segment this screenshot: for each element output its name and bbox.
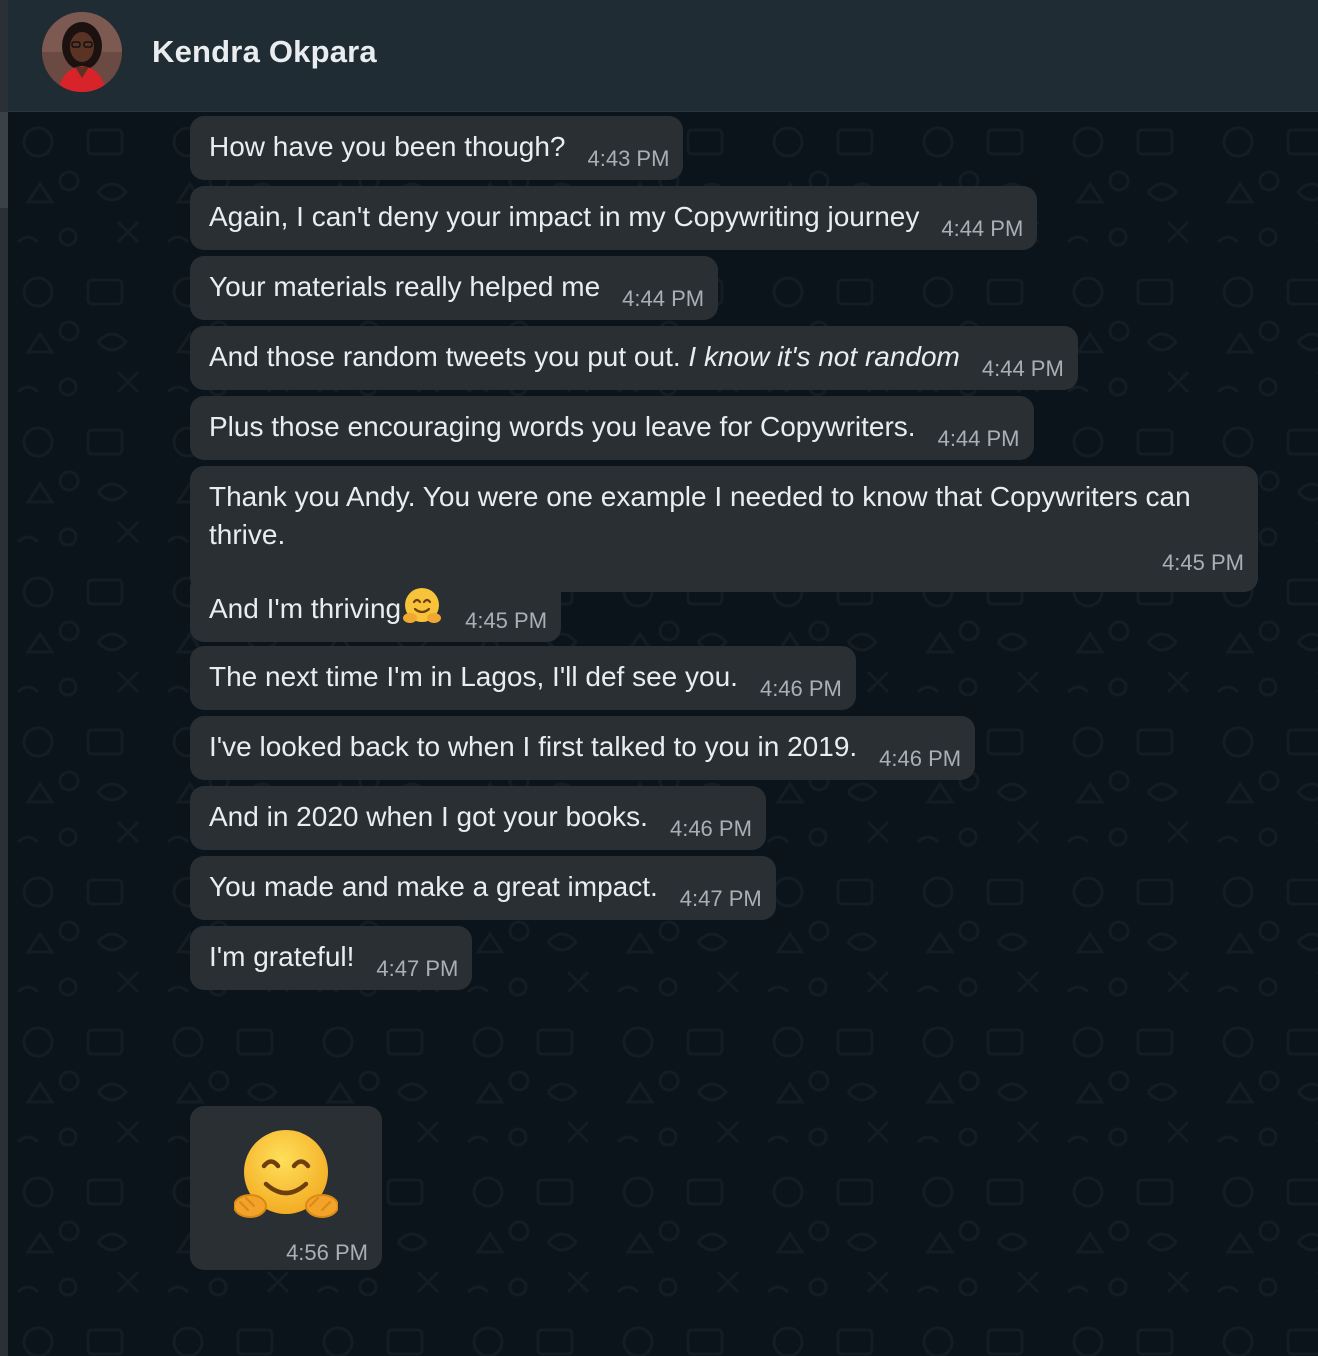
message-time: 4:45 PM <box>465 608 548 633</box>
message-time: 4:45 PM <box>1162 550 1244 575</box>
message-text: Plus those encouraging words you leave f… <box>209 411 916 442</box>
message-bubble[interactable]: I'm grateful! 4:47 PM <box>190 926 473 990</box>
message-time: 4:44 PM <box>941 216 1024 241</box>
hugging-face-emoji-icon <box>234 1130 338 1218</box>
message-text: Again, I can't deny your impact in my Co… <box>209 201 920 232</box>
message-time: 4:43 PM <box>587 146 670 171</box>
message-bubble[interactable]: Your materials really helped me 4:44 PM <box>190 256 719 320</box>
scrollbar-track[interactable] <box>0 0 8 1356</box>
message-bubble[interactable]: Plus those encouraging words you leave f… <box>190 396 1034 460</box>
message-bubble[interactable]: The next time I'm in Lagos, I'll def see… <box>190 646 856 710</box>
message-text: And in 2020 when I got your books. <box>209 801 648 832</box>
avatar[interactable] <box>42 12 122 92</box>
message-bubble[interactable]: I've looked back to when I first talked … <box>190 716 976 780</box>
message-italic-text: I know it's not random <box>688 341 960 372</box>
message-text: You made and make a great impact. <box>209 871 658 902</box>
message-time: 4:46 PM <box>759 676 842 701</box>
scrollbar-thumb[interactable] <box>0 112 8 208</box>
message-text: How have you been though? <box>209 131 566 162</box>
message-bubble[interactable]: And in 2020 when I got your books. 4:46 P… <box>190 786 766 850</box>
message-time: 4:46 PM <box>879 746 962 771</box>
message-time: 4:46 PM <box>669 816 752 841</box>
message-time: 4:44 PM <box>622 286 705 311</box>
avatar-image <box>42 12 122 92</box>
message-list[interactable]: How have you been though? 4:43 PM Again, … <box>8 112 1318 1356</box>
message-text: Your materials really helped me <box>209 271 601 302</box>
message-bubble[interactable]: You made and make a great impact. 4:47 PM <box>190 856 776 920</box>
message-text: Thank you Andy. You were one example I n… <box>209 481 1191 550</box>
chat-header[interactable]: Kendra Okpara <box>8 0 1318 112</box>
emoji-message-bubble[interactable]: 4:56 PM <box>190 1106 382 1270</box>
message-bubble[interactable]: And I'm thriving 4:45 PM <box>190 574 562 642</box>
message-bubble[interactable]: How have you been though? 4:43 PM <box>190 116 684 180</box>
message-text: And those random tweets you put out. <box>209 341 681 372</box>
message-time: 4:44 PM <box>937 426 1020 451</box>
message-text: And I'm thriving <box>209 593 402 624</box>
message-time: 4:56 PM <box>286 1240 368 1265</box>
hugging-face-icon <box>403 588 442 623</box>
message-time: 4:44 PM <box>981 356 1064 381</box>
contact-name[interactable]: Kendra Okpara <box>152 34 377 70</box>
message-time: 4:47 PM <box>376 956 459 981</box>
chat-window: Kendra Okpara How have you been though? … <box>0 0 1318 1356</box>
message-time: 4:47 PM <box>679 886 762 911</box>
message-bubble[interactable]: Again, I can't deny your impact in my Co… <box>190 186 1038 250</box>
message-bubble[interactable]: And those random tweets you put out. I k… <box>190 326 1078 390</box>
message-text: I'm grateful! <box>209 941 355 972</box>
message-text: I've looked back to when I first talked … <box>209 731 858 762</box>
message-text: The next time I'm in Lagos, I'll def see… <box>209 661 738 692</box>
